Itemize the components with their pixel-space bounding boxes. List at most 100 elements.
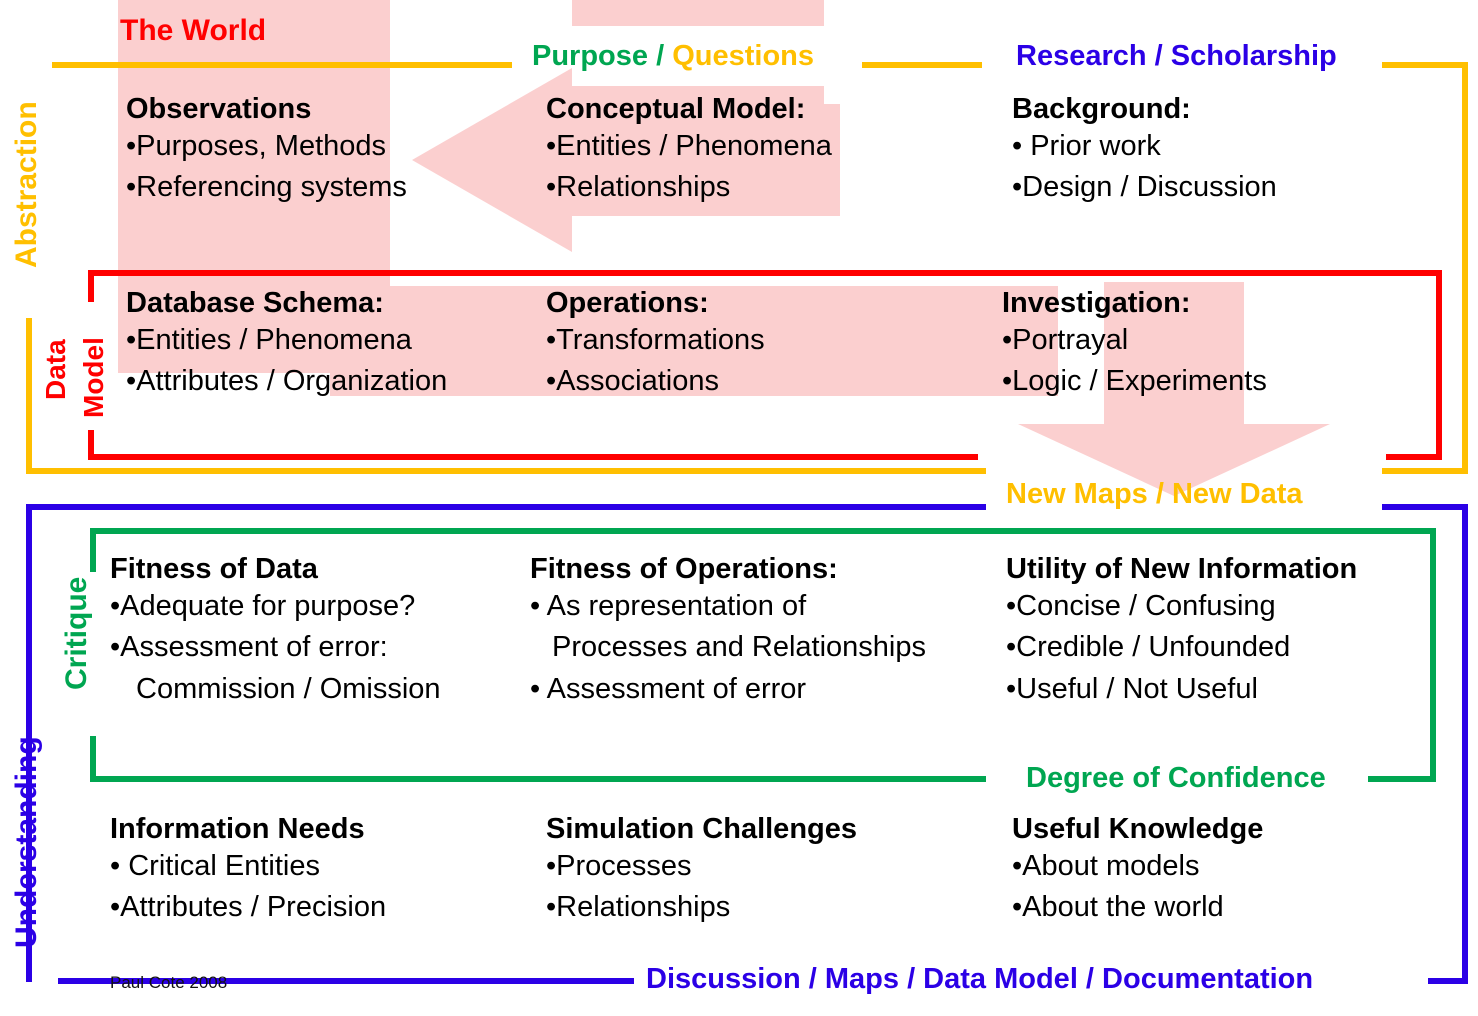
list-item: •Entities / Phenomena	[126, 320, 447, 361]
cell-fitness-of-data: Fitness of Data •Adequate for purpose? •…	[110, 552, 441, 710]
cell-utility-of-new-information: Utility of New Information •Concise / Co…	[1006, 552, 1357, 710]
critique-bottom-line-right	[1368, 776, 1436, 782]
list-item: •Relationships	[546, 167, 832, 208]
understanding-top-line	[26, 504, 986, 510]
list-item-text: Critical Entities	[120, 850, 320, 883]
list-item-text: About models	[1022, 850, 1200, 883]
critique-bottom-line-left	[90, 776, 986, 782]
list-item-continuation: Processes and Relationships	[552, 631, 926, 664]
diagram-canvas: The World Purpose / Questions Research /…	[0, 0, 1478, 1016]
cell-background: Background: • Prior work •Design / Discu…	[1012, 92, 1277, 209]
list-item: • Prior work	[1012, 126, 1277, 167]
bullet-glyph: •	[546, 324, 557, 357]
ribbon-the-world: The World	[120, 14, 267, 47]
understanding-right-line	[1462, 504, 1468, 982]
list-item: • Critical Entities	[110, 846, 386, 887]
list-item-text: Prior work	[1022, 130, 1161, 163]
list-item-text: Attributes / Organization	[136, 365, 448, 398]
cell-utility-of-new-information-title: Utility of New Information	[1006, 553, 1358, 585]
list-item: •Portrayal	[1002, 320, 1267, 361]
bullet-glyph: •	[1006, 590, 1017, 623]
list-item: • Assessment of error	[530, 669, 926, 710]
ribbon-purpose-text: Purpose	[532, 40, 649, 72]
ribbon-research-scholarship: Research / Scholarship	[1016, 40, 1337, 72]
understanding-top-line-right	[1382, 504, 1468, 510]
bullet-glyph: •	[546, 850, 557, 883]
list-item: •Design / Discussion	[1012, 167, 1277, 208]
list-item-text: Associations	[556, 365, 719, 398]
list-item: •Transformations	[546, 320, 765, 361]
cell-simulation-challenges-title: Simulation Challenges	[546, 813, 857, 845]
cell-conceptual-model-list: •Entities / Phenomena •Relationships	[546, 126, 832, 208]
cell-fitness-of-operations: Fitness of Operations: • As representati…	[530, 552, 926, 710]
list-item: •Purposes, Methods	[126, 126, 407, 167]
bullet-glyph: •	[1012, 850, 1023, 883]
cell-observations: Observations •Purposes, Methods •Referen…	[126, 92, 407, 209]
list-item-text: Useful / Not Useful	[1016, 672, 1258, 705]
list-item: •Attributes / Organization	[126, 361, 447, 402]
side-label-understanding: Understanding	[10, 736, 43, 948]
list-item-text: Credible / Unfounded	[1016, 631, 1291, 664]
list-item-text: Portrayal	[1012, 324, 1129, 357]
list-item-continuation: Commission / Omission	[136, 672, 441, 705]
critique-left-line-upper	[90, 528, 96, 572]
flow-block-top-center	[572, 0, 824, 26]
data-model-bottom-line	[88, 454, 978, 460]
side-label-model: Model	[78, 337, 109, 418]
list-item: •Entities / Phenomena	[546, 126, 832, 167]
cell-useful-knowledge: Useful Knowledge •About models •About th…	[1012, 812, 1263, 929]
ribbon-purpose-questions: Purpose / Questions	[532, 40, 814, 73]
list-item: •Relationships	[546, 887, 857, 928]
ribbon-degree-of-confidence: Degree of Confidence	[1026, 762, 1326, 794]
list-item-text: Referencing systems	[136, 171, 407, 204]
cell-database-schema: Database Schema: •Entities / Phenomena •…	[126, 286, 447, 403]
understanding-bottom-line-right	[1428, 978, 1468, 984]
cell-fitness-of-operations-list: • As representation of Processes and Rel…	[530, 586, 926, 710]
abstraction-bottom-line-right	[1382, 468, 1468, 474]
critique-top-line	[90, 528, 1436, 534]
list-item-text: Concise / Confusing	[1016, 590, 1276, 623]
bullet-glyph: •	[110, 850, 121, 883]
bullet-glyph: •	[530, 672, 541, 705]
data-model-left-line	[88, 270, 94, 302]
cell-background-list: • Prior work •Design / Discussion	[1012, 126, 1277, 208]
cell-conceptual-model: Conceptual Model: •Entities / Phenomena …	[546, 92, 832, 209]
cell-background-title: Background:	[1012, 93, 1191, 125]
cell-operations-list: •Transformations •Associations	[546, 320, 765, 402]
cell-operations-title: Operations:	[546, 287, 709, 319]
bullet-glyph: •	[546, 891, 557, 924]
cell-database-schema-title: Database Schema:	[126, 287, 384, 319]
list-item-text: Entities / Phenomena	[556, 130, 832, 163]
cell-information-needs-title: Information Needs	[110, 813, 365, 845]
abstraction-bottom-line-left	[26, 468, 986, 474]
bullet-glyph: •	[126, 324, 137, 357]
data-model-bottom-line-right	[1386, 454, 1442, 460]
list-item: •Useful / Not Useful	[1006, 669, 1357, 710]
list-item: •Associations	[546, 361, 765, 402]
bullet-glyph: •	[110, 590, 121, 623]
list-item: •Adequate for purpose?	[110, 586, 441, 627]
abstraction-top-line-mid	[862, 62, 982, 68]
list-item-text: Entities / Phenomena	[136, 324, 412, 357]
side-label-data: Data	[40, 339, 71, 400]
bullet-glyph: •	[1006, 672, 1017, 705]
bullet-glyph: •	[1006, 631, 1017, 664]
list-item-text: Attributes / Precision	[120, 891, 387, 924]
cell-simulation-challenges-list: •Processes •Relationships	[546, 846, 857, 928]
list-item: •Assessment of error:	[110, 627, 441, 668]
side-label-abstraction: Abstraction	[10, 101, 43, 268]
bullet-glyph: •	[126, 365, 137, 398]
side-label-critique: Critique	[60, 576, 93, 690]
bullet-glyph: •	[1012, 130, 1023, 163]
cell-fitness-of-data-list: •Adequate for purpose? •Assessment of er…	[110, 586, 441, 710]
list-item-text: About the world	[1022, 891, 1224, 924]
abstraction-top-line-left	[52, 62, 512, 68]
list-item: •Referencing systems	[126, 167, 407, 208]
list-item-text: Purposes, Methods	[136, 130, 387, 163]
cell-fitness-of-operations-title: Fitness of Operations:	[530, 553, 838, 585]
list-item-text: Logic / Experiments	[1012, 365, 1267, 398]
bullet-glyph: •	[530, 590, 541, 623]
abstraction-left-line	[26, 318, 32, 474]
cell-simulation-challenges: Simulation Challenges •Processes •Relati…	[546, 812, 857, 929]
list-item: •Processes	[546, 846, 857, 887]
